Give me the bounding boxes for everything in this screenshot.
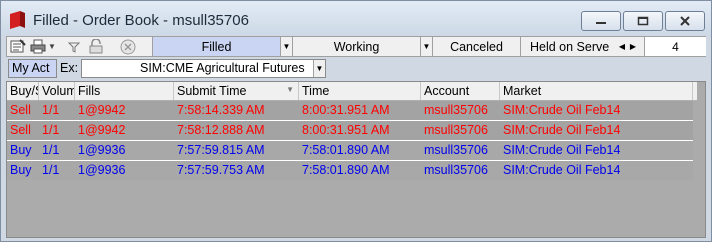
toolbar: ▼ Filled ▼ Working ▼ Canceled Held on Se…: [6, 36, 706, 57]
tab-working[interactable]: Working: [292, 37, 420, 56]
column-header-time[interactable]: Time: [299, 82, 421, 100]
cell-side: Buy: [10, 143, 32, 157]
tab-working-label: Working: [333, 39, 380, 54]
column-header-market[interactable]: Market: [500, 82, 693, 100]
orders-grid: Buy/Se Volum Fills Submit Time ▼ Time Ac…: [6, 81, 706, 238]
cell-account: msull35706: [424, 123, 488, 137]
cell-submit-time: 7:58:14.339 AM: [177, 103, 265, 117]
lock-icon[interactable]: [87, 38, 105, 55]
cancel-order-icon[interactable]: [119, 38, 137, 55]
exchange-value: SIM:CME Agricultural Futures: [140, 61, 305, 75]
cell-side: Sell: [10, 103, 31, 117]
table-row[interactable]: Sell 1/1 1@9942 7:58:14.339 AM 8:00:31.951 A…: [7, 101, 693, 120]
cell-time: 8:00:31.951 AM: [302, 123, 390, 137]
table-row[interactable]: Sell 1/1 1@9942 7:58:12.888 AM 8:00:31.951 A…: [7, 121, 693, 140]
exchange-label: Ex:: [60, 61, 79, 75]
close-button[interactable]: [665, 11, 705, 31]
column-header-submit-time[interactable]: Submit Time ▼: [174, 82, 299, 100]
cell-submit-time: 7:57:59.815 AM: [177, 143, 265, 157]
tab-held-label: Held on Serve: [530, 39, 610, 54]
account-button[interactable]: My Act: [8, 59, 57, 78]
cell-fills: 1@9936: [78, 143, 126, 157]
order-count: 4: [644, 37, 706, 56]
minimize-icon: [596, 22, 606, 24]
column-header-volume[interactable]: Volum: [39, 82, 75, 100]
minimize-button[interactable]: [581, 11, 621, 31]
cell-side: Buy: [10, 163, 32, 177]
tab-filled[interactable]: Filled: [152, 37, 280, 56]
maximize-button[interactable]: [623, 11, 663, 31]
tab-canceled-label: Canceled: [450, 39, 503, 54]
cell-side: Sell: [10, 123, 31, 137]
sort-arrow-icon: ▼: [286, 85, 294, 94]
cell-market: SIM:Crude Oil Feb14: [503, 143, 621, 157]
table-row[interactable]: Buy 1/1 1@9936 7:57:59.815 AM 7:58:01.890 AM…: [7, 141, 693, 160]
cell-time: 7:58:01.890 AM: [302, 163, 390, 177]
properties-icon[interactable]: [9, 38, 27, 55]
cell-account: msull35706: [424, 103, 488, 117]
cell-submit-time: 7:57:59.753 AM: [177, 163, 265, 177]
column-header-account[interactable]: Account: [421, 82, 500, 100]
tabs-scroll-right-icon[interactable]: ▶: [628, 38, 638, 55]
cell-market: SIM:Crude Oil Feb14: [503, 103, 621, 117]
cell-fills: 1@9936: [78, 163, 126, 177]
order-book-window: Filled - Order Book - msull35706 ▼ Fille…: [0, 0, 712, 242]
cell-volume: 1/1: [42, 123, 60, 137]
tab-working-dropdown[interactable]: ▼: [420, 37, 432, 56]
tab-held-on-server[interactable]: Held on Serve: [520, 37, 617, 56]
cell-time: 7:58:01.890 AM: [302, 143, 390, 157]
cell-market: SIM:Crude Oil Feb14: [503, 163, 621, 177]
cell-account: msull35706: [424, 143, 488, 157]
grid-header: Buy/Se Volum Fills Submit Time ▼ Time Ac…: [7, 82, 697, 101]
column-header-fills[interactable]: Fills: [75, 82, 174, 100]
exchange-select[interactable]: SIM:CME Agricultural Futures ▼: [81, 59, 326, 78]
cell-submit-time: 7:58:12.888 AM: [177, 123, 265, 137]
cell-fills: 1@9942: [78, 103, 126, 117]
account-filter-bar: My Act Ex: SIM:CME Agricultural Futures …: [6, 58, 331, 79]
submit-time-label: Submit Time: [177, 84, 247, 98]
tabs-scroll-left-icon[interactable]: ◀: [617, 38, 627, 55]
app-logo-icon: [10, 11, 25, 29]
cell-market: SIM:Crude Oil Feb14: [503, 123, 621, 137]
cell-volume: 1/1: [42, 163, 60, 177]
print-icon[interactable]: [29, 38, 47, 55]
table-row[interactable]: Buy 1/1 1@9936 7:57:59.753 AM 7:58:01.890 AM…: [7, 161, 693, 180]
cell-volume: 1/1: [42, 143, 60, 157]
print-dropdown-icon[interactable]: ▼: [47, 38, 57, 55]
cell-account: msull35706: [424, 163, 488, 177]
cell-time: 8:00:31.951 AM: [302, 103, 390, 117]
maximize-icon: [637, 16, 649, 26]
cell-fills: 1@9942: [78, 123, 126, 137]
close-icon: [680, 16, 690, 26]
tab-filled-label: Filled: [201, 39, 232, 54]
chevron-down-icon[interactable]: ▼: [313, 60, 325, 77]
cell-volume: 1/1: [42, 103, 60, 117]
tab-canceled[interactable]: Canceled: [432, 37, 520, 56]
window-title: Filled - Order Book - msull35706: [33, 12, 249, 29]
column-header-side[interactable]: Buy/Se: [7, 82, 39, 100]
filter-icon[interactable]: [65, 38, 83, 55]
tab-filled-dropdown[interactable]: ▼: [280, 37, 292, 56]
title-bar[interactable]: Filled - Order Book - msull35706: [1, 1, 711, 35]
